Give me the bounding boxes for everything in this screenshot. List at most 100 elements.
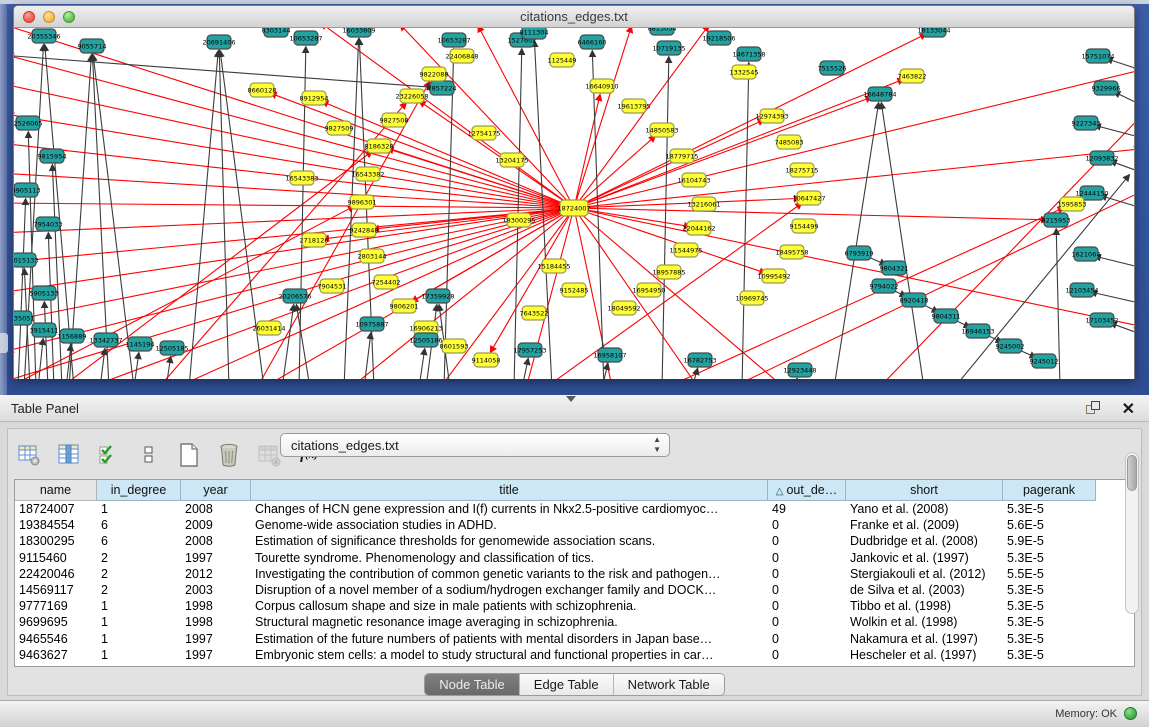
- graph-node-selected[interactable]: 18724007: [557, 200, 590, 216]
- column-selector-icon[interactable]: [56, 442, 82, 468]
- table-cell[interactable]: Tibbo et al. (1998): [846, 598, 1003, 614]
- selected-edge[interactable]: [400, 28, 574, 208]
- graph-node[interactable]: 16946153: [961, 324, 994, 338]
- graph-node-selected[interactable]: 13204175: [495, 153, 528, 167]
- table-cell[interactable]: 0: [768, 533, 846, 549]
- graph-node[interactable]: 1145194: [126, 337, 155, 351]
- table-row[interactable]: 1872400712008Changes of HCN gene express…: [15, 501, 1134, 517]
- table-cell[interactable]: de Silva et al. (2003): [846, 582, 1003, 598]
- graph-node-selected[interactable]: 9822088: [420, 67, 449, 81]
- graph-node[interactable]: 17103452: [1085, 313, 1118, 327]
- graph-node[interactable]: 5905133: [30, 286, 59, 300]
- table-row[interactable]: 977716911998Corpus callosum shape and si…: [15, 598, 1134, 614]
- graph-node[interactable]: 8215953: [1042, 213, 1071, 227]
- graph-node[interactable]: 8905113: [14, 183, 40, 197]
- graph-node[interactable]: 9815954: [38, 149, 67, 163]
- window-titlebar[interactable]: citations_edges.txt: [14, 6, 1134, 28]
- edge[interactable]: [282, 305, 294, 379]
- table-cell[interactable]: 5.5E-5: [1003, 566, 1096, 582]
- graph-node[interactable]: 16648784: [863, 87, 896, 101]
- graph-node-selected[interactable]: 14850583: [645, 123, 678, 137]
- graph-node-selected[interactable]: 8660128: [248, 83, 277, 97]
- graph-node-selected[interactable]: 9154499: [790, 219, 819, 233]
- edge[interactable]: [48, 233, 54, 379]
- table-cell[interactable]: 9777169: [15, 598, 97, 614]
- float-panel-icon[interactable]: [1086, 401, 1102, 416]
- graph-node[interactable]: 20355346: [27, 29, 60, 43]
- table-cell[interactable]: Embryonic stem cells: a model to study s…: [251, 647, 768, 663]
- table-cell[interactable]: 14569117: [15, 582, 97, 598]
- table-cell[interactable]: 5.3E-5: [1003, 582, 1096, 598]
- graph-node[interactable]: 14671358: [732, 47, 765, 61]
- table-cell[interactable]: Disruption of a novel member of a sodium…: [251, 582, 768, 598]
- graph-node[interactable]: 18133044: [917, 28, 950, 37]
- graph-node[interactable]: 12103454: [1065, 283, 1098, 297]
- table-cell[interactable]: 1997: [181, 550, 251, 566]
- graph-node[interactable]: 9804311: [932, 309, 961, 323]
- graph-node-selected[interactable]: 13216061: [687, 197, 720, 211]
- table-cell[interactable]: Investigating the contribution of common…: [251, 566, 768, 582]
- graph-node[interactable]: 17957253: [513, 343, 546, 357]
- table-row[interactable]: 2242004622012Investigating the contribut…: [15, 566, 1134, 582]
- scrollbar-thumb[interactable]: [1127, 455, 1137, 491]
- edge[interactable]: [92, 55, 109, 379]
- table-cell[interactable]: Corpus callosum shape and size in male p…: [251, 598, 768, 614]
- table-row[interactable]: 946362711997Embryonic stem cells: a mode…: [15, 647, 1134, 663]
- table-cell[interactable]: 5.3E-5: [1003, 614, 1096, 630]
- table-cell[interactable]: Structural magnetic resonance image aver…: [251, 614, 768, 630]
- table-row[interactable]: 1456911722003Disruption of a novel membe…: [15, 582, 1134, 598]
- table-row[interactable]: 969969511998Structural magnetic resonanc…: [15, 614, 1134, 630]
- graph-node-selected[interactable]: 2718126: [300, 233, 329, 247]
- table-cell[interactable]: 2009: [181, 517, 251, 533]
- selected-edge[interactable]: [574, 79, 904, 208]
- column-header-short[interactable]: short: [846, 480, 1003, 501]
- split-pane-handle[interactable]: [566, 396, 576, 402]
- table-cell[interactable]: 1997: [181, 631, 251, 647]
- graph-node[interactable]: 6793919: [845, 246, 874, 260]
- table-cell[interactable]: 5.3E-5: [1003, 501, 1096, 517]
- graph-node-selected[interactable]: 11544975: [669, 243, 702, 257]
- table-cell[interactable]: 22420046: [15, 566, 97, 582]
- collapsed-panel-handle[interactable]: [0, 333, 8, 353]
- table-cell[interactable]: 2: [97, 566, 181, 582]
- graph-node-selected[interactable]: 12974393: [755, 109, 788, 123]
- table-cell[interactable]: 5.3E-5: [1003, 550, 1096, 566]
- graph-node-selected[interactable]: 12754175: [467, 126, 500, 140]
- graph-node[interactable]: 10653287: [437, 33, 470, 47]
- graph-node-selected[interactable]: 7485083: [775, 135, 804, 149]
- graph-node[interactable]: 9227343: [1072, 116, 1101, 130]
- selected-edge[interactable]: [574, 70, 1134, 208]
- table-cell[interactable]: 1997: [181, 647, 251, 663]
- graph-node[interactable]: 8111304: [520, 28, 549, 39]
- graph-node-selected[interactable]: 9114058: [472, 353, 501, 367]
- graph-node[interactable]: 10975887: [355, 317, 388, 331]
- graph-node[interactable]: 15751074: [1081, 49, 1114, 63]
- graph-node-selected[interactable]: 9827508: [380, 113, 409, 127]
- network-graph-canvas[interactable]: 1872400720355346905571420691406830314410…: [14, 28, 1134, 379]
- table-cell[interactable]: Estimation of the future numbers of pati…: [251, 631, 768, 647]
- graph-node[interactable]: 6466160: [578, 35, 607, 49]
- table-cell[interactable]: 2008: [181, 501, 251, 517]
- node-table[interactable]: namein_degreeyeartitle△out_de…shortpager…: [14, 479, 1135, 667]
- column-header-year[interactable]: year: [181, 480, 251, 501]
- edge[interactable]: [38, 339, 43, 379]
- graph-node-selected[interactable]: 10969745: [735, 291, 768, 305]
- rows-icon[interactable]: [136, 442, 162, 468]
- new-table-icon[interactable]: [176, 442, 202, 468]
- edge[interactable]: [100, 349, 105, 379]
- table-cell[interactable]: 2012: [181, 566, 251, 582]
- graph-node-selected[interactable]: 1595853: [1058, 197, 1087, 211]
- graph-node-selected[interactable]: 18957885: [652, 265, 685, 279]
- selected-edge[interactable]: [14, 208, 574, 351]
- graph-node-selected[interactable]: 7463822: [898, 69, 927, 83]
- graph-node[interactable]: 9329966: [1092, 81, 1121, 95]
- graph-node[interactable]: 12093832: [1085, 151, 1118, 165]
- graph-node[interactable]: 1621064: [1072, 247, 1101, 261]
- table-selector-dropdown[interactable]: citations_edges.txt ▲▼: [280, 433, 670, 457]
- table-cell[interactable]: 0: [768, 566, 846, 582]
- graph-node-selected[interactable]: 16543383: [285, 171, 318, 185]
- graph-node-selected[interactable]: 18049592: [607, 301, 640, 315]
- graph-node[interactable]: 3915411: [30, 323, 59, 337]
- graph-node-selected[interactable]: 9242848: [350, 223, 379, 237]
- graph-node-selected[interactable]: 18495758: [775, 245, 808, 259]
